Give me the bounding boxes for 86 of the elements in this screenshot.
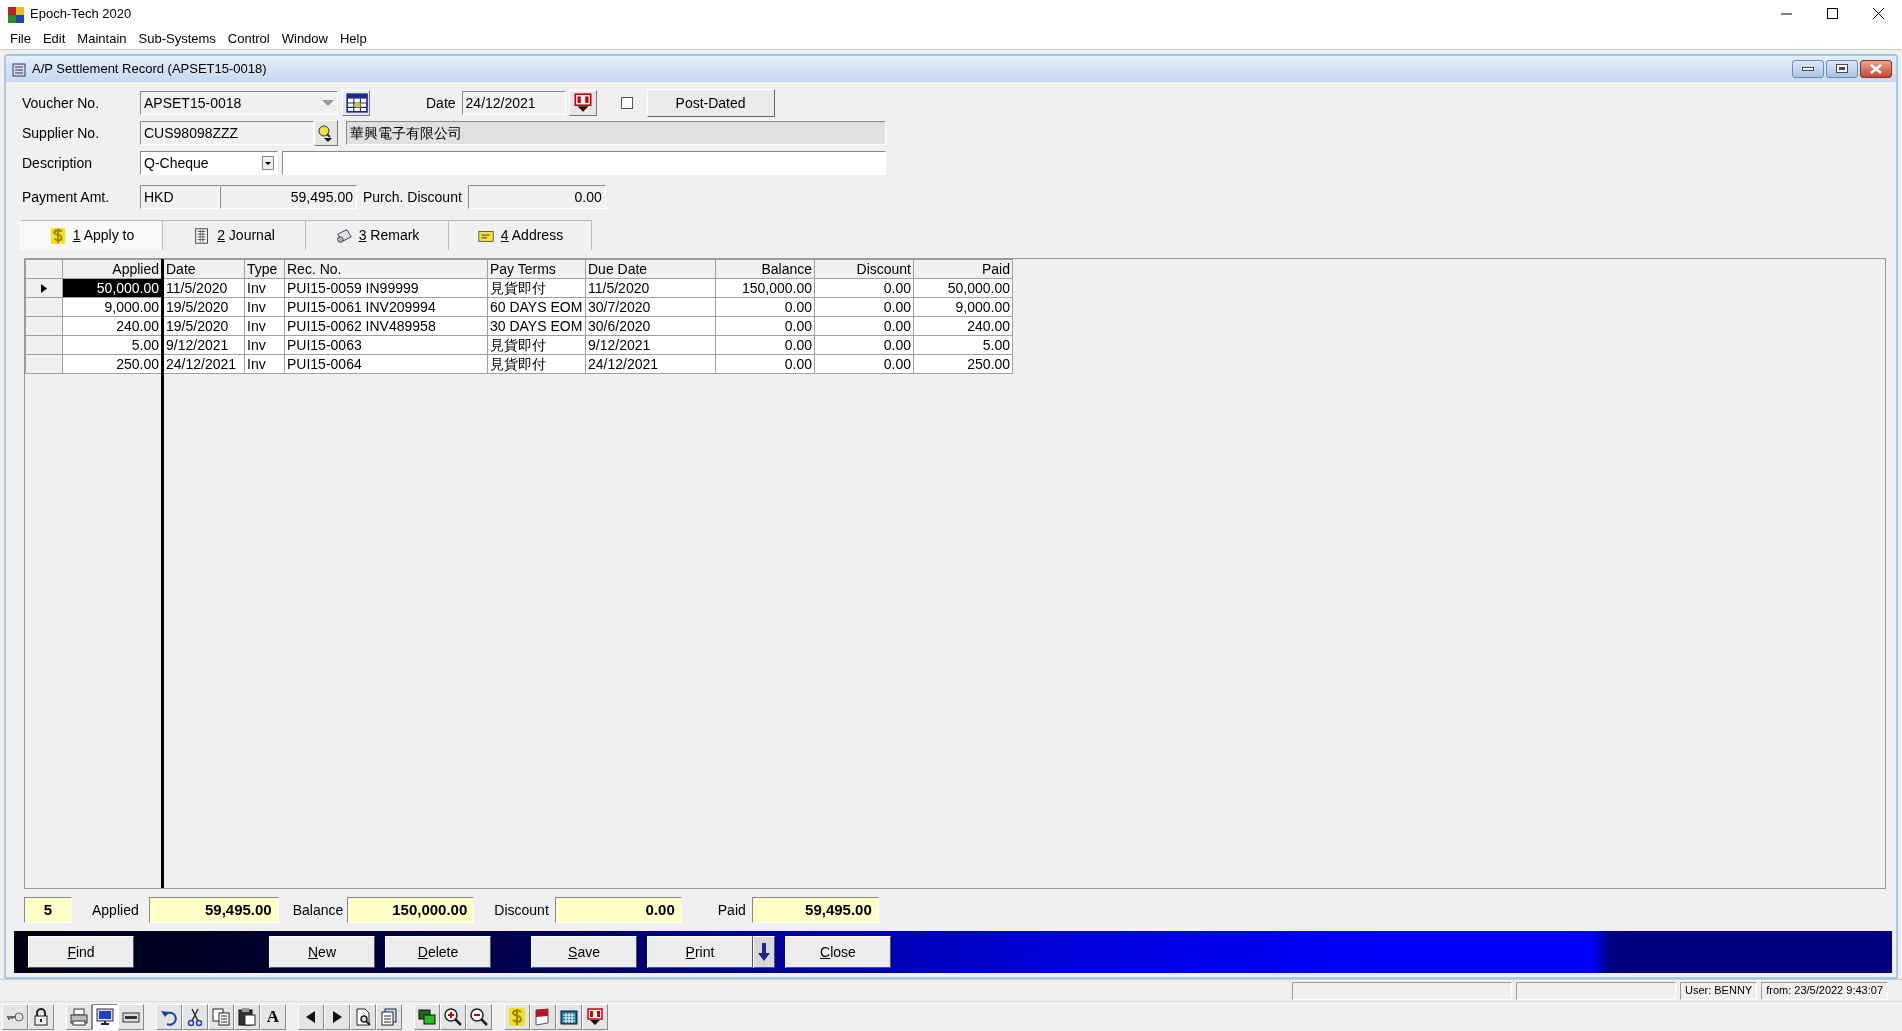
row-pointer-icon bbox=[41, 282, 47, 294]
checkbox[interactable] bbox=[620, 97, 633, 109]
dollar-icon[interactable] bbox=[504, 1003, 530, 1030]
discount-field[interactable]: 0.00 bbox=[467, 185, 606, 209]
documents-icon[interactable] bbox=[376, 1003, 402, 1030]
monitor-icon[interactable] bbox=[92, 1003, 118, 1030]
voucher-number-field[interactable]: APSET15-0018 bbox=[140, 91, 338, 115]
tab[interactable]: 2 Journal bbox=[163, 220, 306, 250]
payment-amount-field[interactable]: 59,495.00 bbox=[220, 185, 357, 209]
dollar-icon bbox=[48, 226, 67, 245]
printer-icon[interactable] bbox=[66, 1003, 92, 1030]
dropdown-arrow-icon bbox=[322, 99, 334, 107]
document-title: A/P Settlement Record (APSET15-0018) bbox=[32, 60, 267, 79]
restore-icon[interactable] bbox=[1826, 60, 1858, 78]
column-header: Due Date bbox=[585, 259, 716, 279]
total-label: Applied bbox=[92, 900, 139, 920]
column-header: Discount bbox=[814, 259, 914, 279]
action-button[interactable]: Save bbox=[531, 936, 637, 968]
menu-item[interactable]: Maintain bbox=[71, 28, 133, 49]
grid-icon[interactable] bbox=[342, 90, 370, 116]
window-bar-icon[interactable] bbox=[118, 1003, 144, 1030]
action-button[interactable]: Delete bbox=[385, 936, 491, 968]
minimize-icon[interactable] bbox=[1792, 60, 1824, 78]
calculator-icon[interactable] bbox=[556, 1003, 582, 1030]
close-icon[interactable] bbox=[1860, 60, 1892, 78]
field-label: Supplier No. bbox=[22, 123, 101, 143]
total-label: Balance bbox=[292, 900, 344, 920]
column-header: Rec. No. bbox=[284, 259, 488, 279]
search-icon[interactable] bbox=[314, 120, 338, 146]
zoom-out-icon[interactable] bbox=[466, 1003, 492, 1030]
description-dropdown[interactable]: Q-Cheque bbox=[140, 151, 278, 175]
calendar-icon[interactable] bbox=[568, 90, 597, 116]
column-header: Balance bbox=[715, 259, 815, 279]
paid-total: 59,495.00 bbox=[751, 897, 879, 923]
balance-total: 150,000.00 bbox=[347, 897, 475, 923]
field-label: Payment Amt. bbox=[22, 187, 111, 207]
app-logo-icon bbox=[8, 4, 24, 24]
column-header: Applied bbox=[62, 259, 163, 279]
key-icon[interactable] bbox=[2, 1003, 28, 1030]
post-dated-button[interactable]: Post-Dated bbox=[646, 89, 775, 117]
menu-item[interactable]: Window bbox=[275, 28, 334, 49]
status-text: User: BENNY bbox=[1679, 981, 1758, 1000]
field-label: Description bbox=[22, 153, 94, 173]
column-header: Date bbox=[162, 259, 245, 279]
field-label: Date bbox=[426, 93, 456, 113]
field-label: Voucher No. bbox=[22, 93, 101, 113]
book-icon[interactable] bbox=[530, 1003, 556, 1030]
lock-icon[interactable] bbox=[28, 1003, 54, 1030]
window-title: Epoch-Tech 2020 bbox=[30, 5, 132, 24]
menu-item[interactable]: Sub-Systems bbox=[132, 28, 222, 49]
total-label: Discount bbox=[494, 900, 549, 920]
copy-icon[interactable] bbox=[208, 1003, 234, 1030]
date-field[interactable]: 24/12/2021 bbox=[461, 91, 566, 115]
note-icon bbox=[334, 226, 353, 245]
supplier-name-field: 華興電子有限公司 bbox=[346, 121, 886, 145]
undo-icon[interactable] bbox=[156, 1003, 182, 1030]
action-button[interactable]: New bbox=[269, 936, 375, 968]
currency-field[interactable]: HKD bbox=[140, 185, 220, 209]
windows-icon[interactable] bbox=[414, 1003, 440, 1030]
discount-total: 0.00 bbox=[554, 897, 682, 923]
tab[interactable]: 4 Address bbox=[449, 220, 592, 250]
menu-item[interactable]: Control bbox=[221, 28, 276, 49]
status-text: from: 23/5/2022 9:43:07 bbox=[1761, 981, 1888, 1000]
action-button[interactable]: Find bbox=[28, 936, 134, 968]
column-header: Paid bbox=[913, 259, 1013, 279]
tab[interactable]: 1 Apply to bbox=[20, 220, 163, 250]
scissors-icon[interactable] bbox=[182, 1003, 208, 1030]
zoom-in-icon[interactable] bbox=[440, 1003, 466, 1030]
description-field[interactable] bbox=[282, 151, 886, 175]
document-magnifier-icon[interactable] bbox=[350, 1003, 376, 1030]
menu-item[interactable]: File bbox=[4, 28, 37, 49]
supplier-number-field[interactable]: CUS98098ZZZ bbox=[140, 121, 314, 145]
total-label: Paid bbox=[717, 900, 746, 920]
tab[interactable]: 3 Remark bbox=[306, 220, 449, 250]
calendar-icon[interactable] bbox=[582, 1003, 608, 1030]
column-header: Type bbox=[244, 259, 285, 279]
action-button[interactable]: Close bbox=[785, 936, 891, 968]
menu-item[interactable]: Help bbox=[334, 28, 373, 49]
applied-total: 59,495.00 bbox=[148, 897, 279, 923]
column-header: Pay Terms bbox=[487, 259, 586, 279]
paste-icon[interactable] bbox=[234, 1003, 260, 1030]
action-button[interactable]: Print bbox=[647, 936, 753, 968]
font-button[interactable]: A bbox=[260, 1003, 286, 1030]
field-label: Purch. Discount bbox=[363, 187, 462, 207]
row-count: 5 bbox=[24, 897, 72, 923]
menu-item[interactable]: Edit bbox=[36, 28, 72, 49]
